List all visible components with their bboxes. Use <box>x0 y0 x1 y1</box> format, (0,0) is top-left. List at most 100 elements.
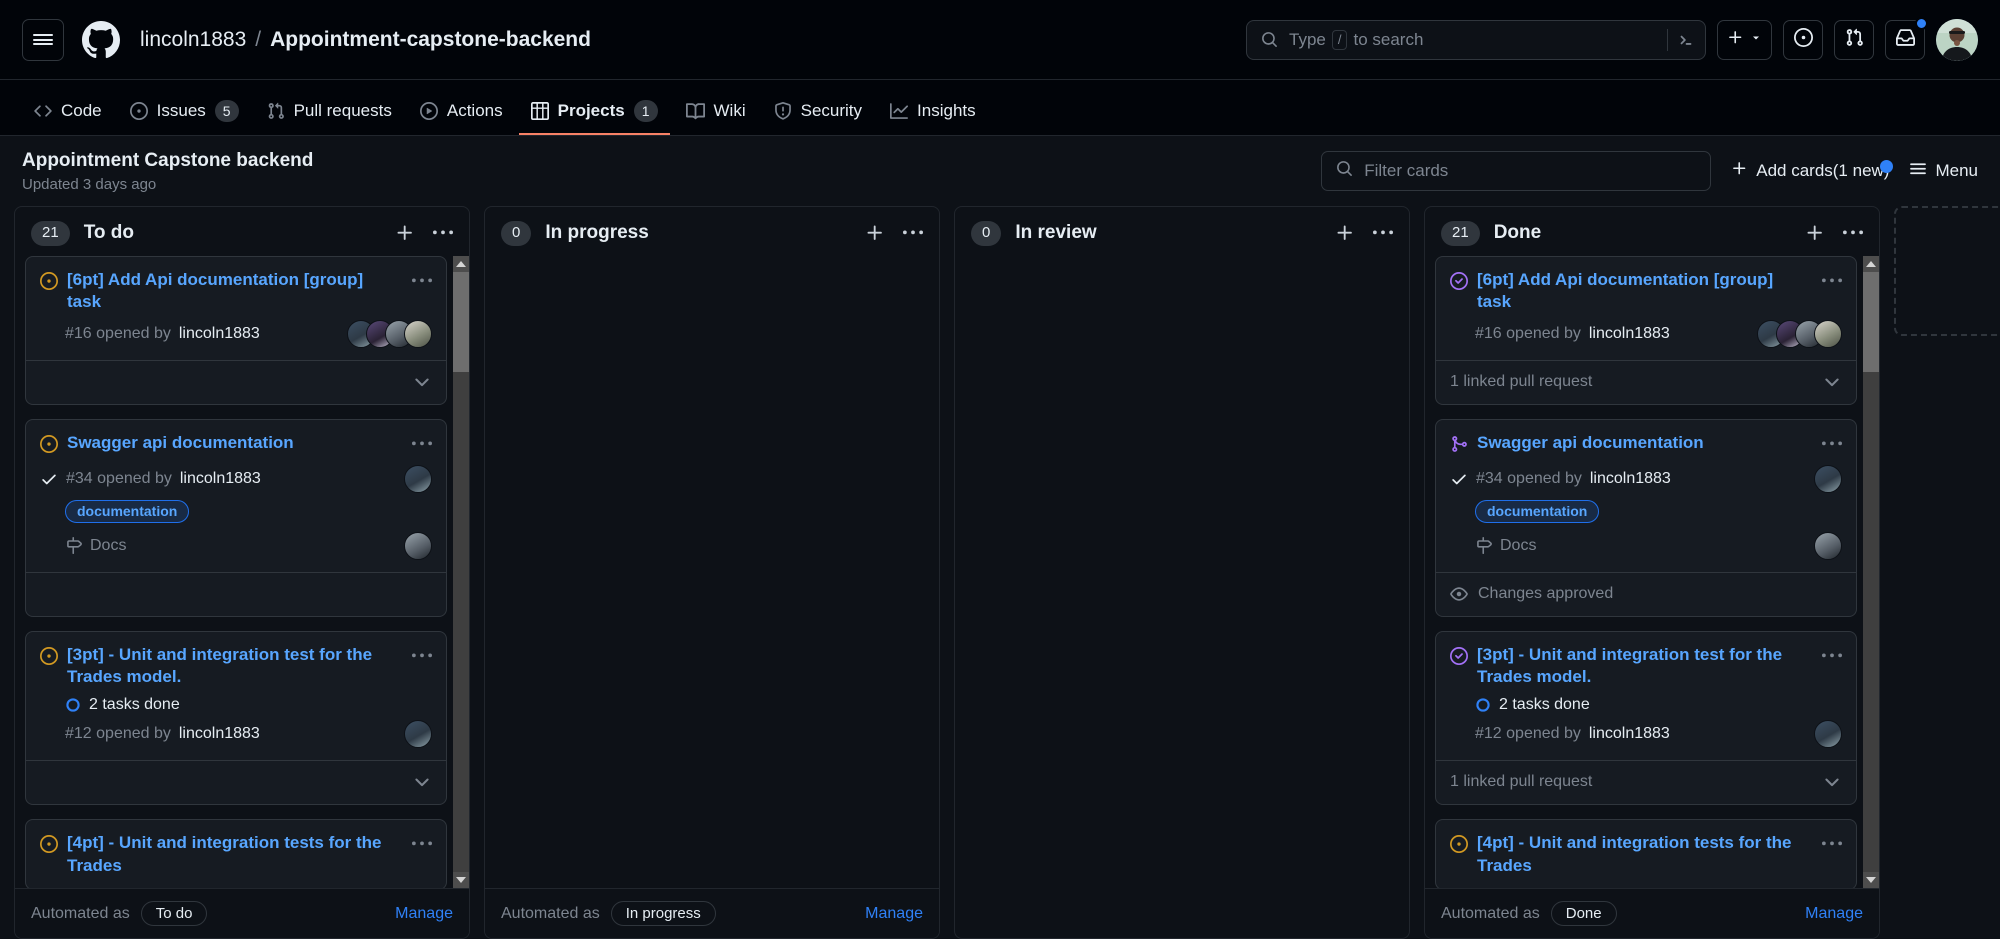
project-card[interactable]: [4pt] - Unit and integration tests for t… <box>1435 818 1857 888</box>
card-title[interactable]: [4pt] - Unit and integration tests for t… <box>67 832 397 877</box>
nav-tab-issues[interactable]: Issues 5 <box>118 89 251 135</box>
project-card[interactable]: [3pt] - Unit and integration test for th… <box>1435 630 1857 805</box>
manage-automation-link[interactable]: Manage <box>1805 905 1863 923</box>
chevron-down-icon <box>1750 31 1762 49</box>
project-card[interactable]: [4pt] - Unit and integration tests for t… <box>25 818 447 888</box>
project-card[interactable]: [6pt] Add Api documentation [group] task… <box>25 255 447 405</box>
card-assignee-avatars[interactable] <box>1814 531 1842 560</box>
avatar <box>404 531 432 560</box>
nav-tab-pull-requests[interactable]: Pull requests <box>255 89 404 135</box>
search-icon <box>1261 31 1278 48</box>
nav-tab-code[interactable]: Code <box>22 89 114 135</box>
scrollbar-thumb[interactable] <box>453 271 469 372</box>
add-card-button[interactable] <box>395 223 415 243</box>
project-card[interactable]: [6pt] Add Api documentation [group] task… <box>1435 255 1857 405</box>
column-menu-button[interactable] <box>1373 223 1393 243</box>
add-card-button[interactable] <box>1335 223 1355 243</box>
manage-automation-link[interactable]: Manage <box>395 905 453 923</box>
header-actions: Type / to search <box>1246 16 1978 61</box>
create-new-button[interactable] <box>1717 19 1772 60</box>
add-card-button[interactable] <box>865 223 885 243</box>
card-assignee-avatars[interactable] <box>404 531 432 560</box>
issues-button[interactable] <box>1783 19 1823 60</box>
card-menu-button[interactable] <box>1822 434 1842 459</box>
column-scrollbar[interactable] <box>1863 255 1879 888</box>
hamburger-icon[interactable] <box>22 18 64 61</box>
project-card[interactable]: [3pt] - Unit and integration test for th… <box>25 630 447 805</box>
label-badge[interactable]: documentation <box>1475 499 1600 523</box>
project-card[interactable]: Swagger api documentation #34 opened by li… <box>25 418 447 617</box>
inbox-icon <box>1895 28 1915 52</box>
nav-tab-security[interactable]: Security <box>762 89 874 135</box>
search-icon <box>1336 160 1353 182</box>
notifications-button[interactable] <box>1885 16 1928 60</box>
card-body: [6pt] Add Api documentation [group] task… <box>26 257 446 360</box>
card-assignee-avatars[interactable] <box>1757 319 1842 348</box>
filter-cards-input[interactable]: Filter cards <box>1321 151 1712 191</box>
card-header-row: [6pt] Add Api documentation [group] task <box>40 269 432 314</box>
label-badge[interactable]: documentation <box>65 499 190 523</box>
card-meta-left: #16 opened by lincoln1883 <box>40 325 260 343</box>
github-mark-icon[interactable] <box>82 20 120 59</box>
card-author: lincoln1883 <box>179 469 261 487</box>
card-labels: documentation <box>65 499 432 523</box>
nav-tab-wiki[interactable]: Wiki <box>674 89 758 135</box>
card-milestone-label: Docs <box>1500 536 1537 554</box>
global-header: lincoln1883 / Appointment-capstone-backe… <box>0 0 2000 80</box>
card-footer: Changes approved <box>1436 571 1856 616</box>
nav-tab-projects[interactable]: Projects 1 <box>518 89 670 135</box>
eye-icon <box>1450 585 1468 603</box>
card-title[interactable]: [6pt] Add Api documentation [group] task <box>1477 269 1807 314</box>
card-footer <box>26 359 446 404</box>
card-menu-button[interactable] <box>412 271 432 296</box>
column-card-list <box>955 256 1409 939</box>
card-title[interactable]: [3pt] - Unit and integration test for th… <box>67 644 397 689</box>
column-menu-button[interactable] <box>1843 223 1863 243</box>
card-menu-button[interactable] <box>1822 646 1842 671</box>
card-issue-meta: #34 opened by <box>66 469 172 487</box>
search-input[interactable]: Type / to search <box>1246 19 1706 60</box>
manage-automation-link[interactable]: Manage <box>865 905 923 923</box>
project-card[interactable]: Swagger api documentation #34 opened by li… <box>1435 418 1857 617</box>
add-card-button[interactable] <box>1805 223 1825 243</box>
card-assignee-avatars[interactable] <box>1814 464 1842 493</box>
card-title[interactable]: Swagger api documentation <box>67 432 397 455</box>
scrollbar-down-arrow[interactable] <box>453 872 469 888</box>
card-menu-button[interactable] <box>412 646 432 671</box>
card-title[interactable]: Swagger api documentation <box>1477 432 1807 455</box>
chevron-down-icon[interactable] <box>412 372 432 392</box>
profile-avatar[interactable] <box>1936 18 1978 61</box>
card-menu-button[interactable] <box>412 834 432 859</box>
card-title[interactable]: [3pt] - Unit and integration test for th… <box>1477 644 1807 689</box>
scrollbar-thumb[interactable] <box>1863 271 1879 372</box>
scrollbar-down-arrow[interactable] <box>1863 872 1879 888</box>
column-menu-button[interactable] <box>903 223 923 243</box>
card-menu-button[interactable] <box>1822 271 1842 296</box>
breadcrumb-repo[interactable]: Appointment-capstone-backend <box>270 28 591 52</box>
chevron-down-icon[interactable] <box>412 772 432 792</box>
card-milestone-row: Docs <box>1475 531 1842 560</box>
card-menu-button[interactable] <box>1822 834 1842 859</box>
scrollbar-up-arrow[interactable] <box>453 255 469 272</box>
chevron-down-icon[interactable] <box>1822 372 1842 392</box>
card-title[interactable]: [6pt] Add Api documentation [group] task <box>67 269 397 314</box>
column-scrollbar[interactable] <box>453 255 469 888</box>
column-menu-button[interactable] <box>433 223 453 243</box>
graph-icon <box>890 102 909 120</box>
card-title[interactable]: [4pt] - Unit and integration tests for t… <box>1477 832 1807 877</box>
add-column-placeholder[interactable] <box>1894 206 2000 336</box>
scrollbar-up-arrow[interactable] <box>1863 255 1879 272</box>
nav-tab-actions[interactable]: Actions <box>408 89 515 135</box>
card-assignee-avatars[interactable] <box>1814 719 1842 748</box>
card-assignee-avatars[interactable] <box>404 719 432 748</box>
card-assignee-avatars[interactable] <box>347 319 432 348</box>
card-assignee-avatars[interactable] <box>404 464 432 493</box>
project-menu-button[interactable]: Menu <box>1909 160 1978 183</box>
nav-tab-insights[interactable]: Insights <box>878 89 988 135</box>
chevron-down-icon[interactable] <box>1822 772 1842 792</box>
add-cards-button[interactable]: Add cards(1 new) <box>1731 160 1894 182</box>
pull-requests-button[interactable] <box>1834 19 1874 60</box>
command-palette-icon[interactable] <box>1667 28 1695 51</box>
breadcrumb-owner[interactable]: lincoln1883 <box>140 28 246 52</box>
card-menu-button[interactable] <box>412 434 432 459</box>
